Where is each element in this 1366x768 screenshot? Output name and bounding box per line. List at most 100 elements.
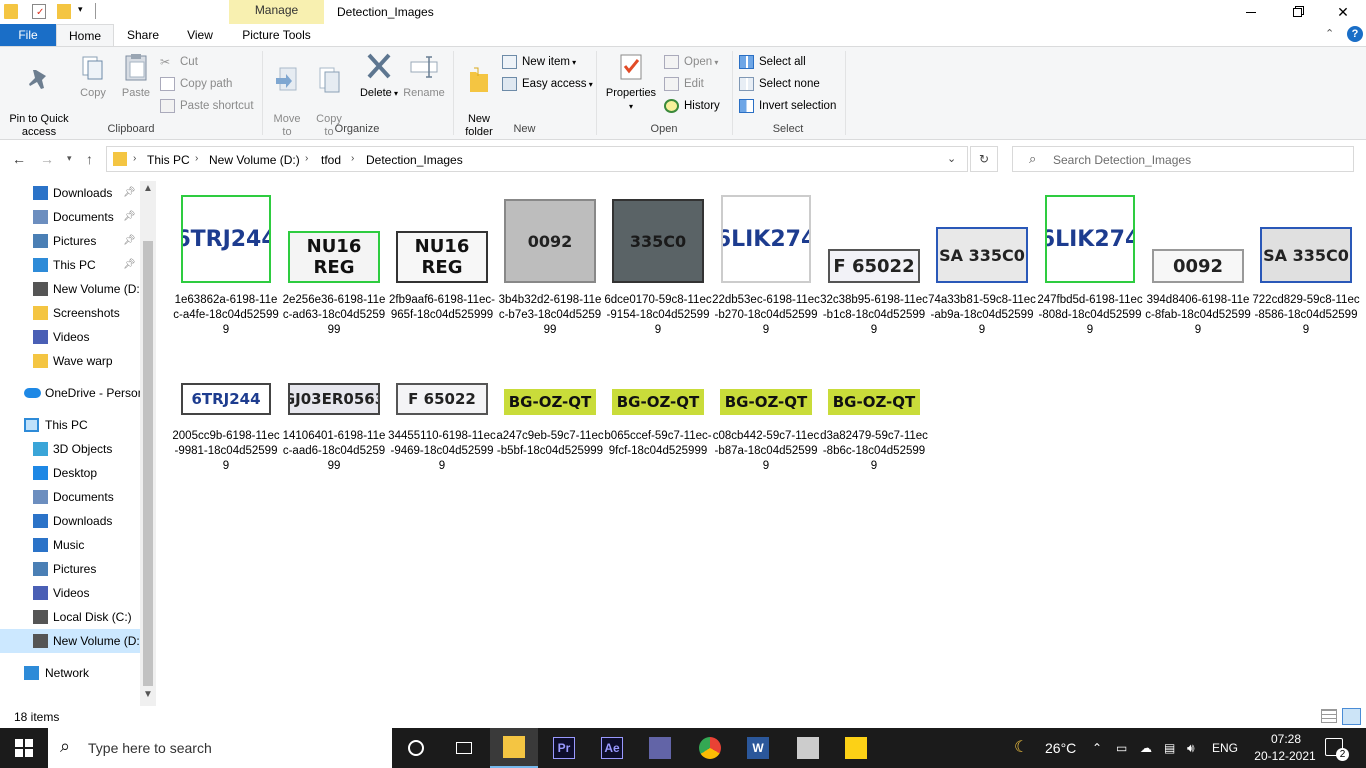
file-item[interactable]: 6TRJ244 1e63862a-6198-11ec-a4fe-18c04d525… [172,189,280,341]
scroll-down-icon[interactable]: ▼ [143,689,153,700]
file-item[interactable]: BG-OZ-QT c08cb442-59c7-11ec-b87a-18c04d52… [712,371,820,523]
start-button[interactable] [0,728,48,768]
nav-pc-item[interactable]: Downloads [0,509,140,533]
taskbar-search-box[interactable]: ⌕ Type here to search [48,728,392,768]
maximize-button[interactable] [1274,0,1320,24]
file-item[interactable]: BG-OZ-QT d3a82479-59c7-11ec-8b6c-18c04d52… [820,371,928,523]
search-input[interactable]: Search Detection_Images [1053,153,1191,167]
customize-toolbar-icon[interactable]: ▾ [78,4,83,15]
teams-taskbar-button[interactable] [636,728,684,768]
paste-button[interactable]: Paste [118,51,154,100]
clock-time[interactable]: 07:28 [1262,732,1310,746]
tab-home[interactable]: Home [56,24,114,46]
large-icons-view-icon[interactable] [1342,708,1361,725]
edit-button[interactable]: Edit [664,74,704,94]
close-button[interactable]: ✕ [1320,0,1366,24]
nav-quick-item[interactable]: New Volume (D:) [0,277,140,301]
file-item[interactable]: GJ03ER0563 14106401-6198-11ec-aad6-18c04d… [280,371,388,523]
file-item[interactable]: F 65022 34455110-6198-11ec-9469-18c04d525… [388,371,496,523]
file-item[interactable]: F 65022 32c38b95-6198-11ec-b1c8-18c04d525… [820,189,928,341]
breadcrumb-detection-images[interactable]: Detection_Images [366,153,463,167]
up-arrow-icon[interactable]: ↑ [86,151,93,167]
terminal-taskbar-button[interactable] [784,728,832,768]
file-item[interactable]: 335C0 6dce0170-59c8-11ec-9154-18c04d52599… [604,189,712,341]
weather-temperature[interactable]: 26°C [1045,728,1076,768]
tab-picture-tools[interactable]: Picture Tools [229,24,324,46]
recent-locations-icon[interactable]: ▾ [67,153,72,164]
nav-quick-item[interactable]: Wave warp [0,349,140,373]
nav-pc-item[interactable]: Documents [0,485,140,509]
help-icon[interactable]: ? [1347,26,1363,42]
nav-scroll-thumb[interactable] [143,241,153,686]
nav-quick-item[interactable]: Documents 📌︎ [0,205,140,229]
forward-arrow-icon[interactable]: → [40,151,54,167]
rename-button[interactable]: Rename [402,51,446,100]
input-language[interactable]: ENG [1212,728,1238,768]
after-effects-taskbar-button[interactable]: Ae [588,728,636,768]
file-item[interactable]: 6TRJ244 2005cc9b-6198-11ec-9981-18c04d525… [172,371,280,523]
file-explorer-taskbar-button[interactable] [490,728,538,768]
back-arrow-icon[interactable]: ← [12,151,26,167]
file-item[interactable]: 6LIK274 247fbd5d-6198-11ec-808d-18c04d525… [1036,189,1144,341]
file-item[interactable]: 0092 3b4b32d2-6198-11ec-b7e3-18c04d525999 [496,189,604,341]
select-all-button[interactable]: Select all [739,52,806,72]
select-none-button[interactable]: Select none [739,74,820,94]
history-button[interactable]: History [664,96,720,116]
copy-button[interactable]: Copy [76,51,110,100]
new-item-button[interactable]: New item ▾ [502,52,576,72]
sticky-notes-taskbar-button[interactable] [832,728,880,768]
breadcrumb-separator[interactable]: › [351,153,354,164]
nav-pc-item[interactable]: Music [0,533,140,557]
nav-quick-item[interactable]: Screenshots [0,301,140,325]
volume-icon[interactable]: 🔊︎ [1187,728,1195,768]
nav-pc-item[interactable]: 3D Objects [0,437,140,461]
nav-pc-item[interactable]: Pictures [0,557,140,581]
nav-quick-item[interactable]: Videos [0,325,140,349]
premiere-pro-taskbar-button[interactable]: Pr [540,728,588,768]
delete-button[interactable]: Delete ▾ [358,51,400,100]
onedrive-tray-icon[interactable]: ☁ [1140,728,1152,768]
tab-file[interactable]: File [0,24,56,46]
nav-onedrive[interactable]: OneDrive - Personal [0,381,140,405]
invert-selection-button[interactable]: Invert selection [739,96,836,116]
nav-quick-item[interactable]: This PC 📌︎ [0,253,140,277]
nav-pc-item[interactable]: Local Disk (C:) [0,605,140,629]
nav-pc-item[interactable]: New Volume (D:) [0,629,140,653]
file-item[interactable]: NU16 REG 2e256e36-6198-11ec-ad63-18c04d52… [280,189,388,341]
nav-quick-item[interactable]: Pictures 📌︎ [0,229,140,253]
nav-pc-item[interactable]: Desktop [0,461,140,485]
search-box[interactable]: ⌕ Search Detection_Images [1012,146,1354,172]
cut-button[interactable]: ✂ Cut [160,52,198,72]
refresh-button[interactable]: ↻ [970,146,998,172]
scroll-up-icon[interactable]: ▲ [143,183,153,194]
show-hidden-icons-icon[interactable]: ⌃ [1092,728,1102,768]
meet-now-icon[interactable]: ▭ [1116,728,1127,768]
breadcrumb-separator[interactable]: › [133,153,136,164]
copy-path-button[interactable]: Copy path [160,74,232,94]
tab-share[interactable]: Share [116,24,170,46]
chevron-down-icon[interactable]: ⌄ [947,152,956,165]
properties-icon[interactable]: ✓ [32,4,46,19]
taskbar-search-input[interactable]: Type here to search [88,740,212,756]
nav-quick-item[interactable]: Downloads 📌︎ [0,181,140,205]
paste-shortcut-button[interactable]: Paste shortcut [160,96,254,116]
file-item[interactable]: NU16 REG 2fb9aaf6-6198-11ec-965f-18c04d52… [388,189,496,341]
properties-button[interactable]: Properties ▾ [602,51,660,113]
chrome-taskbar-button[interactable] [686,728,734,768]
easy-access-button[interactable]: Easy access ▾ [502,74,593,94]
clock-date[interactable]: 20-12-2021 [1250,749,1320,763]
cortana-taskbar-button[interactable] [392,728,440,768]
file-item[interactable]: BG-OZ-QT a247c9eb-59c7-11ec-b5bf-18c04d52… [496,371,604,523]
task-view-taskbar-button[interactable] [440,728,488,768]
open-button[interactable]: Open ▾ [664,52,718,72]
nav-pc-item[interactable]: Videos [0,581,140,605]
breadcrumb-separator[interactable]: › [305,153,308,164]
file-item[interactable]: 6LIK274 22db53ec-6198-11ec-b270-18c04d525… [712,189,820,341]
breadcrumb-separator[interactable]: › [195,153,198,164]
file-item[interactable]: SA 335C0 74a33b81-59c8-11ec-ab9a-18c04d52… [928,189,1036,341]
new-folder-icon[interactable] [57,4,71,19]
details-view-icon[interactable] [1321,709,1337,723]
weather-icon[interactable]: ☾ [1014,728,1028,768]
breadcrumb-new-volume[interactable]: New Volume (D:) [209,153,300,167]
nav-network[interactable]: Network [0,661,140,685]
